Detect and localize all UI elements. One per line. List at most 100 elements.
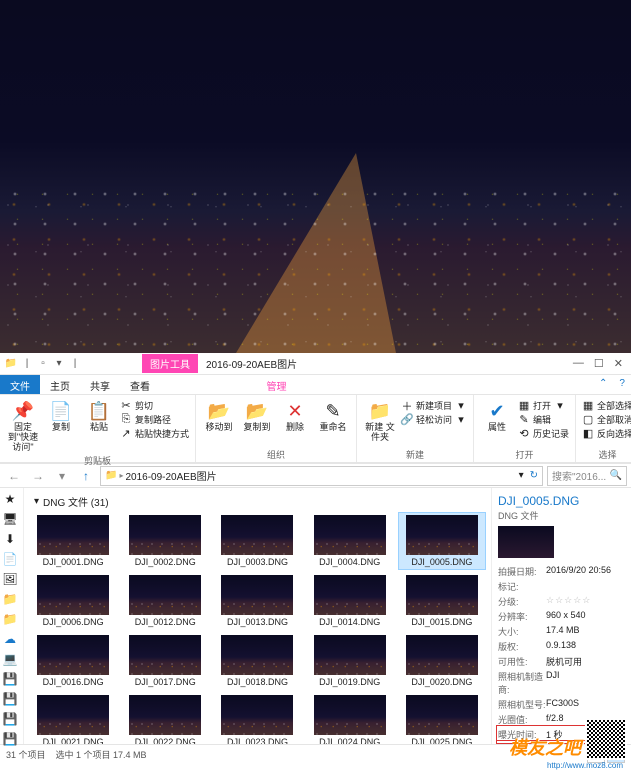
prop-key: 照相机制造商:: [498, 669, 546, 697]
ribbon-group-new: 📁新建 文件夹 ＋新建项目▾ 🔗轻松访问▾ 新建: [357, 395, 474, 462]
file-thumb[interactable]: DJI_0025.DNG: [399, 693, 485, 744]
back-button[interactable]: ←: [4, 466, 24, 486]
file-thumb[interactable]: DJI_0004.DNG: [307, 513, 393, 569]
new-folder-button[interactable]: 📁新建 文件夹: [363, 397, 397, 443]
thumb-image: [129, 515, 201, 555]
tab-share[interactable]: 共享: [80, 375, 120, 394]
file-thumb[interactable]: DJI_0002.DNG: [122, 513, 208, 569]
file-thumb[interactable]: DJI_0017.DNG: [122, 633, 208, 689]
thumb-name: DJI_0002.DNG: [135, 555, 196, 567]
shortcut-icon: ↗: [120, 428, 132, 440]
edit-button[interactable]: ✎编辑: [518, 413, 569, 426]
file-thumb[interactable]: DJI_0020.DNG: [399, 633, 485, 689]
drive-icon[interactable]: 💾: [2, 712, 18, 726]
prop-value: [546, 579, 625, 594]
pictures-icon[interactable]: 🖼: [2, 572, 18, 586]
qat-new-icon[interactable]: ▫: [36, 357, 50, 371]
invert-selection-button[interactable]: ◧反向选择: [582, 427, 631, 440]
move-to-button[interactable]: 📂移动到: [202, 397, 236, 433]
thumb-name: DJI_0014.DNG: [319, 615, 380, 627]
documents-icon[interactable]: 📄: [2, 552, 18, 566]
file-thumb[interactable]: DJI_0022.DNG: [122, 693, 208, 744]
file-thumb[interactable]: DJI_0005.DNG: [399, 513, 485, 569]
rename-button[interactable]: ✎重命名: [316, 397, 350, 433]
pin-icon: 📌: [11, 399, 35, 423]
file-thumb[interactable]: DJI_0001.DNG: [30, 513, 116, 569]
thispc-icon[interactable]: 💻: [2, 652, 18, 666]
breadcrumb-folder[interactable]: 2016-09-20AEB图片: [125, 468, 216, 483]
search-icon: 🔍: [610, 470, 622, 481]
quickaccess-icon[interactable]: ★: [2, 492, 18, 506]
history-button[interactable]: ⟲历史记录: [518, 427, 569, 440]
file-thumb[interactable]: DJI_0023.DNG: [214, 693, 300, 744]
dropdown-icon[interactable]: ▾: [519, 470, 524, 481]
onedrive-icon[interactable]: ☁: [2, 632, 18, 646]
file-thumb[interactable]: DJI_0015.DNG: [399, 573, 485, 629]
file-thumb[interactable]: DJI_0014.DNG: [307, 573, 393, 629]
close-button[interactable]: ✕: [614, 357, 623, 370]
detail-row: 分辨率:960 x 540: [498, 609, 625, 624]
thumb-image: [314, 635, 386, 675]
ribbon-collapse-icon[interactable]: ⌃: [593, 375, 613, 394]
file-thumb[interactable]: DJI_0016.DNG: [30, 633, 116, 689]
minimize-button[interactable]: —: [573, 357, 584, 370]
open-button[interactable]: ▦打开▾: [518, 399, 569, 412]
file-thumb[interactable]: DJI_0006.DNG: [30, 573, 116, 629]
file-thumb[interactable]: DJI_0019.DNG: [307, 633, 393, 689]
drive-icon[interactable]: 💾: [2, 672, 18, 686]
forward-button[interactable]: →: [28, 466, 48, 486]
thumb-name: DJI_0006.DNG: [43, 615, 104, 627]
cut-button[interactable]: ✂剪切: [120, 399, 189, 412]
thumb-name: DJI_0012.DNG: [135, 615, 196, 627]
tab-manage[interactable]: 管理: [257, 375, 297, 394]
recent-dropdown[interactable]: ▾: [52, 466, 72, 486]
tab-file[interactable]: 文件: [0, 375, 40, 394]
up-button[interactable]: ↑: [76, 466, 96, 486]
drive-icon[interactable]: 💾: [2, 732, 18, 746]
downloads-icon[interactable]: ⬇: [2, 532, 18, 546]
thumb-name: DJI_0025.DNG: [411, 735, 472, 744]
nav-sidebar: ★ 🖥 ⬇ 📄 🖼 📁 📁 ☁ 💻 💾 💾 💾 💾: [0, 488, 24, 744]
tab-view[interactable]: 查看: [120, 375, 160, 394]
address-bar: ← → ▾ ↑ 📁 ▸ 2016-09-20AEB图片 ▾ ↻ 搜索"2016.…: [0, 463, 631, 488]
paste-button[interactable]: 📋 粘贴: [82, 397, 116, 433]
delete-icon: ✕: [283, 399, 307, 423]
thumb-name: DJI_0004.DNG: [319, 555, 380, 567]
desktop-icon[interactable]: 🖥: [2, 512, 18, 526]
detail-row: 照相机型号:FC300S: [498, 697, 625, 712]
properties-button[interactable]: ✔属性: [480, 397, 514, 433]
copy-path-button[interactable]: ⎘复制路径: [120, 413, 189, 426]
folder-icon[interactable]: 📁: [2, 592, 18, 606]
file-thumb[interactable]: DJI_0021.DNG: [30, 693, 116, 744]
folder-icon[interactable]: 📁: [2, 612, 18, 626]
file-thumb[interactable]: DJI_0018.DNG: [214, 633, 300, 689]
detail-row: 标记:: [498, 579, 625, 594]
copy-button[interactable]: 📄 复制: [44, 397, 78, 433]
file-thumb[interactable]: DJI_0013.DNG: [214, 573, 300, 629]
details-properties: 拍摄日期:2016/9/20 20:56标记:分级:☆☆☆☆☆分辨率:960 x…: [498, 564, 625, 744]
breadcrumb[interactable]: 📁 ▸ 2016-09-20AEB图片 ▾ ↻: [100, 466, 543, 486]
paste-shortcut-button[interactable]: ↗粘贴快捷方式: [120, 427, 189, 440]
watermark-url: http://www.moz8.com: [547, 761, 623, 770]
pin-button[interactable]: 📌 固定到"快速访问": [6, 397, 40, 453]
file-thumb[interactable]: DJI_0003.DNG: [214, 513, 300, 569]
select-none-button[interactable]: ▢全部取消: [582, 413, 631, 426]
maximize-button[interactable]: ☐: [594, 357, 604, 370]
select-all-button[interactable]: ▦全部选择: [582, 399, 631, 412]
group-header[interactable]: ▾ DNG 文件 (31): [30, 492, 485, 513]
file-thumb[interactable]: DJI_0012.DNG: [122, 573, 208, 629]
thumb-name: DJI_0020.DNG: [411, 675, 472, 687]
qat-dropdown-icon[interactable]: ▾: [52, 357, 66, 371]
delete-button[interactable]: ✕删除: [278, 397, 312, 433]
copy-to-button[interactable]: 📂复制到: [240, 397, 274, 433]
prop-key: 大小:: [498, 624, 546, 639]
easy-access-button[interactable]: 🔗轻松访问▾: [401, 413, 467, 426]
search-input[interactable]: 搜索"2016... 🔍: [547, 466, 627, 486]
file-thumb[interactable]: DJI_0024.DNG: [307, 693, 393, 744]
prop-value: FC300S: [546, 697, 625, 712]
help-icon[interactable]: ?: [613, 375, 631, 394]
new-item-button[interactable]: ＋新建项目▾: [401, 399, 467, 412]
tab-home[interactable]: 主页: [40, 375, 80, 394]
refresh-icon[interactable]: ↻: [530, 470, 538, 481]
drive-icon[interactable]: 💾: [2, 692, 18, 706]
